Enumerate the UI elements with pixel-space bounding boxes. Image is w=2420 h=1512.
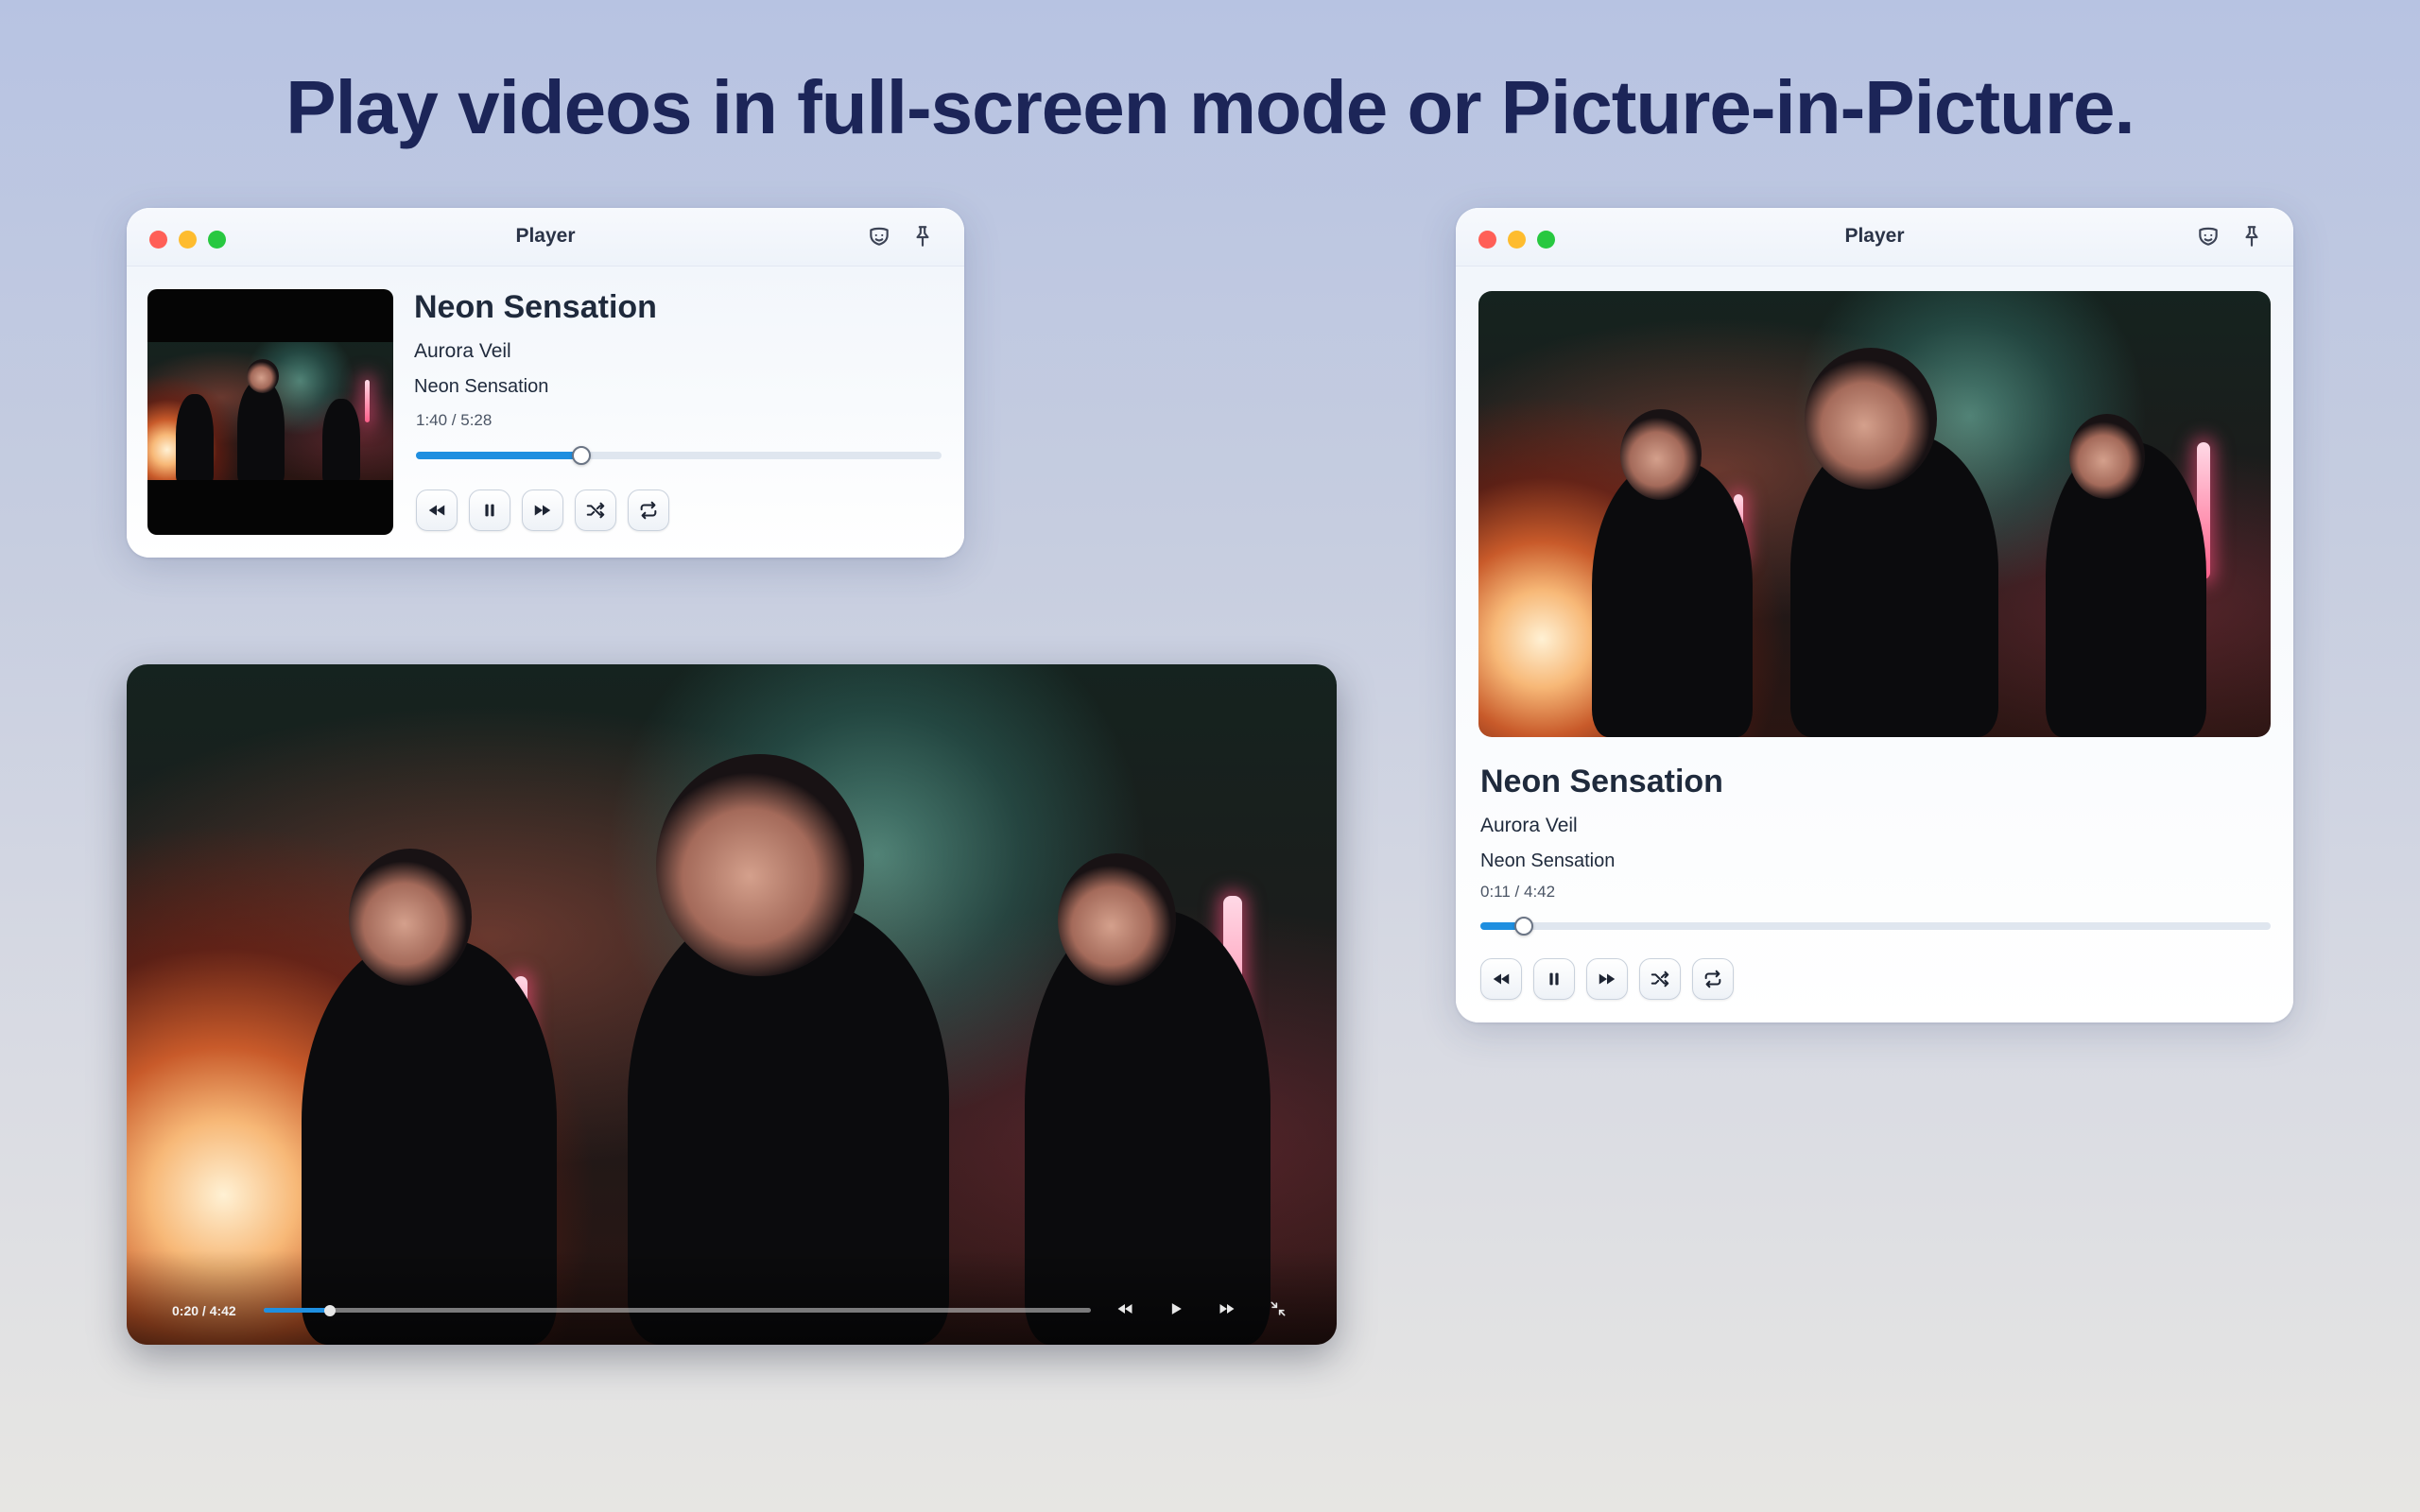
progress-bar[interactable]: [1480, 917, 2271, 936]
repeat-button[interactable]: [628, 490, 669, 531]
track-artist: Aurora Veil: [1480, 815, 1578, 836]
playback-controls: [416, 490, 669, 531]
progress-bar[interactable]: [416, 446, 942, 465]
mini-player-window: Player Neon Sensation Aurora Veil Neon S…: [127, 208, 964, 558]
progress-knob[interactable]: [324, 1304, 336, 1316]
track-album: Neon Sensation: [1480, 850, 1616, 871]
track-time: 1:40 / 5:28: [416, 411, 493, 429]
fast-forward-icon: [1599, 973, 1616, 985]
repeat-icon: [1704, 970, 1721, 988]
play-button[interactable]: [1161, 1294, 1191, 1324]
video-frame[interactable]: [127, 664, 1337, 1345]
fast-forward-button[interactable]: [1586, 958, 1628, 1000]
video-frame[interactable]: [1478, 291, 2271, 737]
progress-fill: [264, 1308, 330, 1313]
video-thumbnail[interactable]: [147, 289, 393, 535]
playback-controls: [1480, 958, 1734, 1000]
theme-icon[interactable]: [866, 223, 892, 249]
window-title: Player: [1844, 225, 1905, 247]
player-body: Neon Sensation Aurora Veil Neon Sensatio…: [127, 266, 964, 558]
progress-bar[interactable]: [264, 1304, 1091, 1316]
pause-icon: [485, 504, 494, 517]
rewind-button[interactable]: [1480, 958, 1522, 1000]
window-title: Player: [515, 225, 576, 247]
big-player-window: Player Neon Sensation Aurora Veil Neon S…: [1456, 208, 2293, 1022]
track-title: Neon Sensation: [414, 289, 657, 325]
shuffle-button[interactable]: [1639, 958, 1681, 1000]
track-title: Neon Sensation: [1480, 764, 1723, 799]
repeat-icon: [640, 501, 657, 520]
fast-forward-button[interactable]: [522, 490, 563, 531]
pin-icon[interactable]: [2238, 223, 2265, 249]
pause-button[interactable]: [469, 490, 510, 531]
pin-icon[interactable]: [909, 223, 936, 249]
repeat-button[interactable]: [1692, 958, 1734, 1000]
progress-knob[interactable]: [572, 446, 592, 465]
rewind-icon: [1117, 1304, 1132, 1314]
track-artist: Aurora Veil: [414, 340, 511, 362]
exit-fullscreen-button[interactable]: [1263, 1294, 1293, 1324]
titlebar: Player: [1456, 208, 2293, 266]
playback-time: 0:20 / 4:42: [172, 1303, 236, 1318]
rewind-button[interactable]: [1110, 1294, 1140, 1324]
rewind-button[interactable]: [416, 490, 458, 531]
fullscreen-player: 0:20 / 4:42: [127, 664, 1337, 1345]
pause-button[interactable]: [1533, 958, 1575, 1000]
exit-fullscreen-icon: [1270, 1301, 1286, 1316]
rewind-icon: [1493, 973, 1510, 985]
fast-forward-icon: [1219, 1304, 1235, 1314]
progress-fill: [416, 452, 582, 459]
rewind-icon: [428, 505, 445, 516]
track-time: 0:11 / 4:42: [1480, 883, 1556, 901]
progress-knob[interactable]: [1513, 917, 1533, 936]
play-icon: [1171, 1303, 1182, 1314]
shuffle-icon: [586, 502, 605, 519]
track-album: Neon Sensation: [414, 376, 549, 397]
shuffle-button[interactable]: [575, 490, 616, 531]
fast-forward-button[interactable]: [1212, 1294, 1242, 1324]
fullscreen-controls: [1110, 1294, 1293, 1324]
headline: Play videos in full-screen mode or Pictu…: [285, 65, 2135, 149]
pause-icon: [1549, 972, 1559, 986]
titlebar: Player: [127, 208, 964, 266]
shuffle-icon: [1651, 971, 1669, 988]
video-frame: [147, 342, 393, 480]
player-body: Neon Sensation Aurora Veil Neon Sensatio…: [1456, 266, 2293, 1022]
theme-icon[interactable]: [2195, 223, 2221, 249]
fast-forward-icon: [534, 505, 551, 516]
